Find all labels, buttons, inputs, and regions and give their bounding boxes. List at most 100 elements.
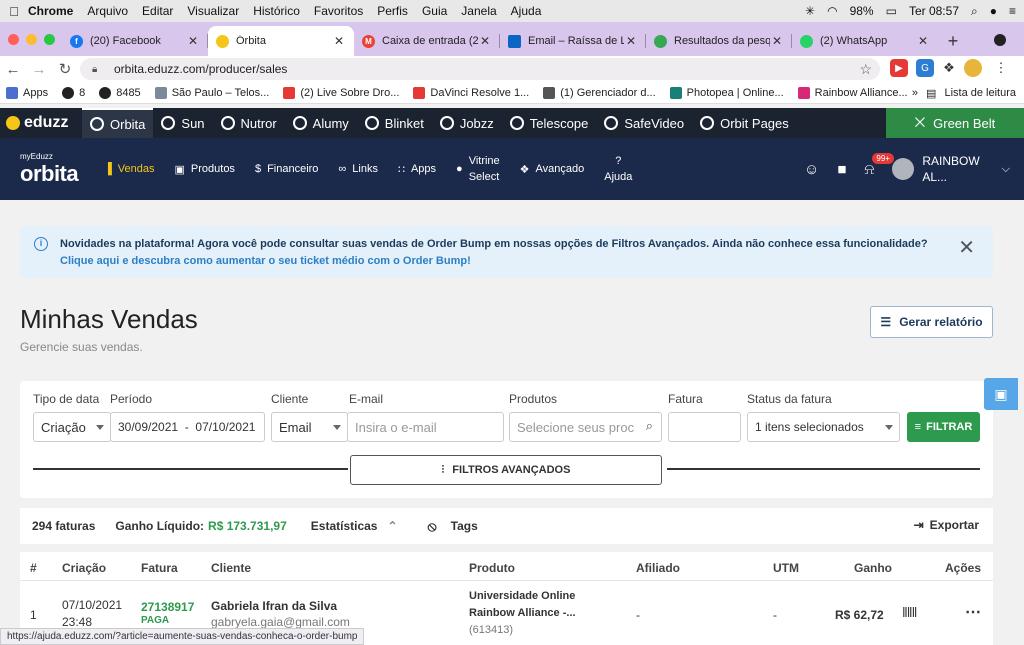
tab-orbita[interactable]: Órbita ✕: [208, 26, 354, 56]
products-search[interactable]: Selecione seus proc ⌕: [509, 412, 662, 442]
bookmark-7[interactable]: Photopea | Online...: [669, 86, 784, 99]
menu-guia[interactable]: Guia: [422, 4, 447, 18]
filter-button[interactable]: ≡ FILTRAR: [907, 412, 980, 442]
extensions-icon[interactable]: ❖: [940, 59, 958, 77]
menu-editar[interactable]: Editar: [142, 4, 173, 18]
product-name[interactable]: Rainbow Alliance -...: [469, 607, 576, 619]
tab-facebook[interactable]: f (20) Facebook ✕: [62, 26, 208, 56]
bluetooth-icon[interactable]: ✳: [805, 4, 815, 18]
eduzz-logo[interactable]: eduzz: [0, 114, 82, 132]
eduzz-app-nutror[interactable]: Nutror: [213, 108, 285, 138]
menu-ajuda[interactable]: Ajuda: [511, 4, 542, 18]
eduzz-app-orbit-pages[interactable]: Orbit Pages: [692, 108, 797, 138]
bookmark-4[interactable]: (2) Live Sobre Dro...: [283, 86, 399, 99]
product-name[interactable]: Universidade Online: [469, 590, 575, 602]
reading-list-icon[interactable]: ▤: [926, 87, 936, 100]
export-button[interactable]: ⇥ Exportar: [914, 518, 979, 532]
eduzz-app-jobzz[interactable]: Jobzz: [432, 108, 502, 138]
bookmark-5[interactable]: DaVinci Resolve 1...: [413, 86, 529, 99]
eduzz-app-orbita[interactable]: Orbita: [82, 108, 154, 138]
column-header[interactable]: Ganho: [854, 561, 892, 575]
tab-drive[interactable]: Resultados da pesq ✕: [646, 26, 792, 56]
tab-search-icon[interactable]: [994, 34, 1006, 46]
app-menu[interactable]: Chrome: [28, 4, 73, 18]
alert-link[interactable]: Clique aqui e descubra como aumentar o s…: [60, 253, 953, 270]
menu-arquivo[interactable]: Arquivo: [87, 4, 128, 18]
bookmark-1[interactable]: 8: [62, 86, 85, 99]
nav-ajuda[interactable]: ? Ajuda: [604, 153, 632, 185]
close-tab-icon[interactable]: ✕: [478, 34, 492, 48]
youtube-extension-icon[interactable]: ▶: [890, 59, 908, 77]
statistics-toggle[interactable]: Estatísticas ⌃: [311, 519, 398, 533]
control-center-icon[interactable]: ≡: [1009, 4, 1016, 18]
menu-janela[interactable]: Janela: [461, 4, 496, 18]
nav-links[interactable]: ∞ Links: [338, 163, 378, 175]
apple-icon[interactable]: : [0, 4, 28, 19]
battery-icon[interactable]: ▭: [886, 4, 897, 18]
tags-toggle[interactable]: ⦸ Tags: [428, 518, 478, 535]
close-tab-icon[interactable]: ✕: [332, 34, 346, 48]
menu-perfis[interactable]: Perfis: [377, 4, 408, 18]
search-icon[interactable]: ⌕: [971, 4, 978, 19]
close-icon[interactable]: ✕: [958, 238, 975, 258]
eduzz-app-blinket[interactable]: Blinket: [357, 108, 432, 138]
menu-favoritos[interactable]: Favoritos: [314, 4, 363, 18]
client-select[interactable]: Email: [271, 412, 348, 442]
chat-icon[interactable]: ■: [837, 161, 846, 178]
maximize-window-icon[interactable]: [44, 33, 55, 45]
green-belt-button[interactable]: ⨉ Green Belt: [886, 108, 1024, 138]
reload-icon[interactable]: ↻: [52, 60, 78, 78]
menu-visualizar[interactable]: Visualizar: [187, 4, 239, 18]
forward-icon[interactable]: →: [26, 61, 52, 78]
period-field[interactable]: 30/09/2021 - 07/10/2021: [110, 412, 265, 442]
invoice-status-select[interactable]: 1 itens selecionados: [747, 412, 900, 442]
chat-widget-button[interactable]: ▣: [984, 378, 1018, 410]
email-field[interactable]: Insira o e-mail: [347, 412, 504, 442]
nav-financeiro[interactable]: $ Financeiro: [255, 163, 318, 175]
users-icon[interactable]: ☺: [804, 161, 819, 178]
bookmark-2[interactable]: 8485: [99, 86, 141, 99]
invoice-link[interactable]: 27138917: [141, 600, 194, 614]
minimize-window-icon[interactable]: [26, 33, 37, 45]
column-header[interactable]: Fatura: [141, 561, 178, 575]
profile-icon[interactable]: [964, 59, 982, 77]
back-icon[interactable]: ←: [0, 61, 26, 78]
invoice-field[interactable]: [668, 412, 741, 442]
nav-vitrine-select[interactable]: ● Vitrine Select: [456, 153, 500, 185]
lock-icon[interactable]: 🔒︎: [92, 64, 106, 75]
siri-icon[interactable]: ●: [990, 4, 997, 18]
translate-extension-icon[interactable]: G: [916, 59, 934, 77]
column-header[interactable]: Cliente: [211, 561, 251, 575]
eduzz-app-telescope[interactable]: Telescope: [502, 108, 597, 138]
close-tab-icon[interactable]: ✕: [624, 34, 638, 48]
user-menu[interactable]: RAINBOW AL... ⌵: [892, 153, 1010, 185]
reading-list-button[interactable]: Lista de leitura: [944, 87, 1016, 99]
generate-report-button[interactable]: ☰ Gerar relatório: [870, 306, 993, 338]
column-header[interactable]: UTM: [773, 561, 799, 575]
new-tab-button[interactable]: +: [938, 26, 968, 56]
close-tab-icon[interactable]: ✕: [186, 34, 200, 48]
date-type-select[interactable]: Criação: [33, 412, 111, 442]
column-header[interactable]: Afiliado: [636, 561, 680, 575]
nav-vendas[interactable]: ▐ Vendas: [104, 163, 155, 175]
column-header[interactable]: Criação: [62, 561, 106, 575]
wifi-icon[interactable]: ◠: [827, 4, 837, 18]
eduzz-app-sun[interactable]: Sun: [153, 108, 212, 138]
bookmark-star-icon[interactable]: ☆: [859, 61, 872, 78]
close-tab-icon[interactable]: ✕: [770, 34, 784, 48]
more-actions-icon[interactable]: ⋯: [965, 602, 981, 622]
bookmark-8[interactable]: Rainbow Alliance...: [797, 86, 908, 99]
orbita-logo[interactable]: myEduzz orbita: [0, 152, 104, 187]
eduzz-app-safevideo[interactable]: SafeVideo: [596, 108, 692, 138]
url-field[interactable]: 🔒︎ orbita.eduzz.com/producer/sales ☆: [80, 58, 880, 80]
menu-historico[interactable]: Histórico: [253, 4, 300, 18]
chrome-menu-icon[interactable]: ⋮: [992, 59, 1010, 77]
notifications-button[interactable]: ⍾ 99+: [864, 152, 894, 178]
eduzz-app-alumy[interactable]: Alumy: [285, 108, 357, 138]
clock[interactable]: Ter 08:57: [909, 4, 959, 18]
nav-apps[interactable]: ∷ Apps: [398, 163, 436, 176]
more-bookmarks-button[interactable]: »: [912, 87, 918, 99]
column-header[interactable]: Produto: [469, 561, 515, 575]
barcode-icon[interactable]: ‖‖‖: [902, 604, 917, 620]
advanced-filters-button[interactable]: ⫶ FILTROS AVANÇADOS: [350, 455, 662, 485]
